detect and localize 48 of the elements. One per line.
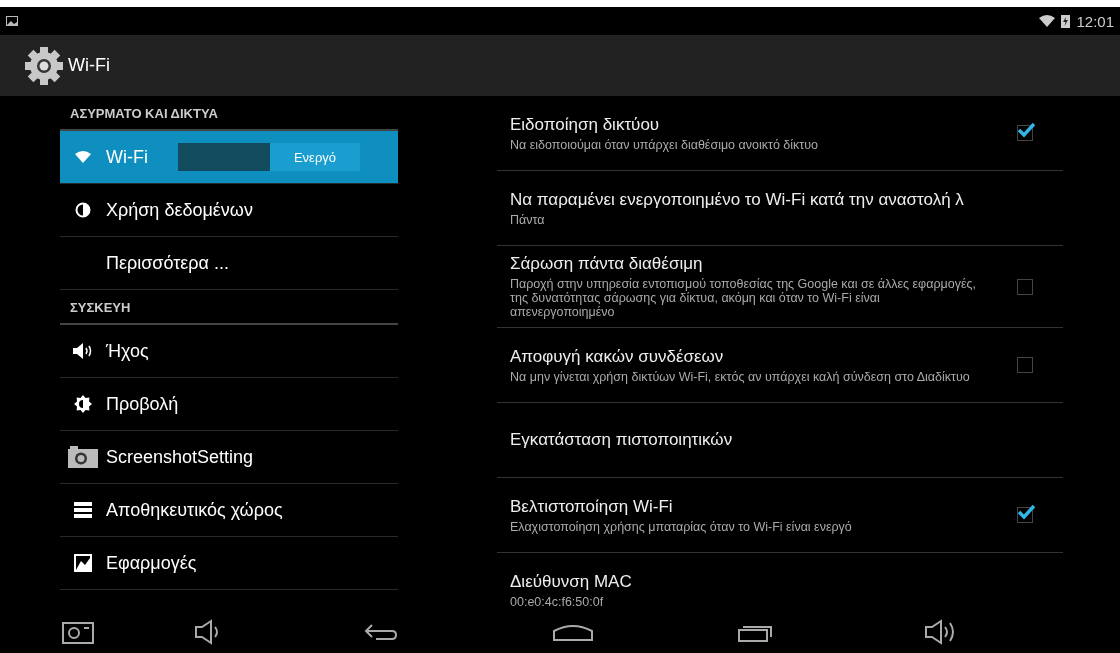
- sidebar-item[interactable]: Αποθηκευτικός χώρος: [60, 484, 398, 537]
- storage-icon: [74, 502, 92, 518]
- setting-title: Αποφυγή κακών συνδέσεων: [510, 346, 725, 367]
- setting-title: Διεύθυνση MAC: [510, 571, 633, 592]
- screen-title: Wi-Fi: [68, 55, 110, 76]
- sidebar-item[interactable]: Χρήση δεδομένων: [60, 184, 398, 237]
- settings-row[interactable]: Εγκατάσταση πιστοποιητικών: [497, 403, 1063, 478]
- settings-icon[interactable]: [24, 45, 64, 86]
- setting-summary: Ελαχιστοποίηση χρήσης μπαταρίας όταν το Wi-Fi είναι ενεργό: [510, 519, 853, 534]
- wifi-icon: [75, 151, 91, 163]
- checkbox[interactable]: [1017, 125, 1033, 141]
- image-icon: [6, 16, 18, 26]
- brightness-icon: [74, 395, 92, 413]
- settings-row[interactable]: Να παραμένει ενεργοποιημένο το Wi-Fi κατά την αναστολή λ Πάντα: [497, 171, 1063, 246]
- setting-summary: Πάντα: [510, 212, 546, 227]
- clock-time: 12:01: [1076, 12, 1114, 30]
- setting-summary: 00:e0:4c:f6:50:0f: [510, 594, 605, 609]
- wifi-signal-icon: [1039, 15, 1056, 27]
- setting-title: Ειδοποίηση δικτύου: [510, 114, 661, 135]
- settings-row[interactable]: Σάρωση πάντα διαθέσιμη Παροχή στην υπηρεσία εντοπισμού τοποθεσίας της Google και σε άλλες εφαρμογές, της δυνατότητας σάρωσης για δίκτυα, ακόμη και όταν το Wi-Fi είναι απενεργοποιημένο: [497, 246, 1063, 328]
- pie-chart-icon: [75, 202, 91, 218]
- sidebar-item[interactable]: Wi-Fi Ενεργό: [60, 131, 398, 184]
- sidebar-item[interactable]: ScreenshotSetting: [60, 431, 398, 484]
- sidebar-item[interactable]: Περισσότερα ...: [60, 237, 398, 290]
- checkbox[interactable]: [1017, 357, 1033, 373]
- checkbox[interactable]: [1017, 507, 1033, 523]
- speaker-icon: [72, 343, 94, 359]
- setting-summary: Παροχή στην υπηρεσία εντοπισμού τοποθεσίας της Google και σε άλλες εφαρμογές, της δυνατότητας σάρωσης για δίκτυα, ακόμη και όταν το Wi-Fi είναι απενεργοποιημένο: [510, 277, 977, 319]
- back-icon[interactable]: [364, 621, 398, 642]
- setting-title: Σάρωση πάντα διαθέσιμη: [510, 254, 704, 274]
- battery-charging-icon: [1061, 14, 1071, 28]
- setting-title: Εγκατάσταση πιστοποιητικών: [510, 430, 734, 450]
- home-icon[interactable]: [553, 622, 593, 641]
- settings-row[interactable]: Ειδοποίηση δικτύου Να ειδοποιούμαι όταν υπάρχει διαθέσιμο ανοικτό δίκτυο: [497, 96, 1063, 171]
- settings-row[interactable]: Αποφυγή κακών συνδέσεων Να μην γίνεται χρήση δικτύων Wi-Fi, εκτός αν υπάρχει καλή σύνδεση στο Διαδίκτυο: [497, 328, 1063, 403]
- setting-summary: Να μην γίνεται χρήση δικτύων Wi-Fi, εκτός αν υπάρχει καλή σύνδεση στο Διαδίκτυο: [510, 369, 971, 384]
- checkbox[interactable]: [1017, 278, 1033, 295]
- sidebar-item[interactable]: Ήχος: [60, 325, 398, 378]
- camera-icon[interactable]: [62, 619, 94, 644]
- section-header: ΣΥΣΚΕΥΗ: [60, 290, 398, 325]
- setting-title: Βελτιστοποίηση Wi-Fi: [510, 496, 674, 517]
- sidebar-item[interactable]: Εφαρμογές: [60, 537, 398, 590]
- apps-icon: [74, 554, 92, 572]
- setting-summary: Να ειδοποιούμαι όταν υπάρχει διαθέσιμο ανοικτό δίκτυο: [510, 137, 820, 152]
- sidebar-item[interactable]: Προβολή: [60, 378, 398, 431]
- setting-title: Να παραμένει ενεργοποιημένο το Wi-Fi κατά την αναστολή λ: [510, 189, 965, 210]
- camera-icon: [68, 446, 98, 468]
- settings-row[interactable]: Βελτιστοποίηση Wi-Fi Ελαχιστοποίηση χρήσης μπαταρίας όταν το Wi-Fi είναι ενεργό: [497, 478, 1063, 553]
